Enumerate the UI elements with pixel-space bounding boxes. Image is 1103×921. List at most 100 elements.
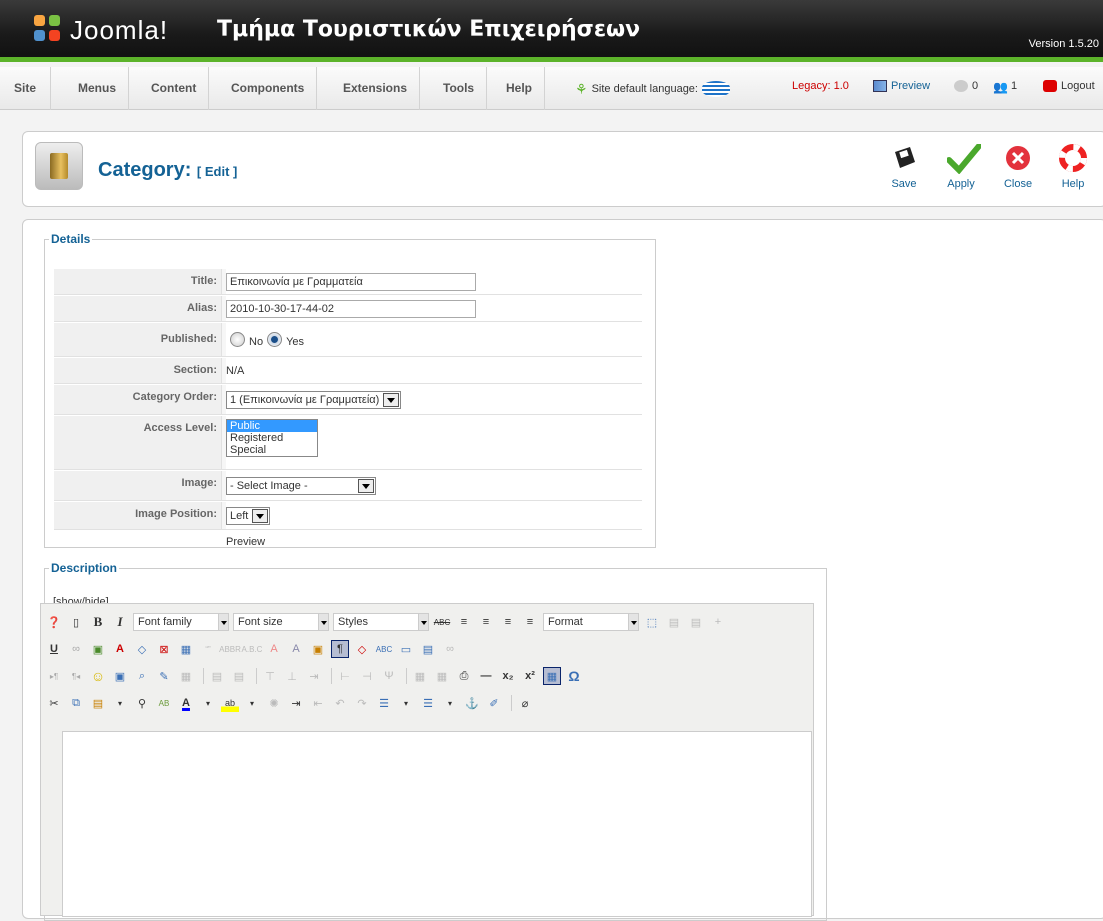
quote-icon[interactable]: “” [199,640,217,658]
superscript-icon[interactable]: x² [521,667,539,685]
access-option-special[interactable]: Special [227,444,317,456]
select-all-icon[interactable]: ⬚ [643,613,661,631]
menu-menus[interactable]: Menus [66,67,130,110]
image-position-select[interactable]: Left [226,506,271,525]
align-right-icon[interactable]: ≡ [499,613,517,631]
image-select[interactable]: - Select Image - [226,476,376,495]
search-icon[interactable]: ⚲ [133,694,151,712]
access-level-list[interactable]: Public Registered Special [226,419,318,457]
align-justify-icon[interactable]: ≡ [455,613,473,631]
title-input[interactable]: Επικοινωνία με Γραμματεία [226,272,476,291]
deletion-icon[interactable]: A [265,640,283,658]
alias-input[interactable]: 2010-10-30-17-44-02 [226,299,476,318]
row-after-icon[interactable]: ⊥ [283,667,301,685]
preview-icon[interactable]: ⌕ [133,667,151,685]
redo-icon[interactable]: ↷ [353,694,371,712]
menu-content[interactable]: Content [139,67,210,110]
copy-icon[interactable]: ▤ [665,613,683,631]
close-button[interactable]: Close [997,144,1039,190]
align-left-icon[interactable]: ≡ [521,613,539,631]
menu-help[interactable]: Help [494,67,546,110]
row-before-icon[interactable]: ⊤ [261,667,279,685]
apply-button[interactable]: Apply [940,143,982,190]
merge-cells-icon[interactable]: ▦ [411,667,429,685]
menu-components[interactable]: Components [219,67,318,110]
styles-select[interactable]: Styles [333,613,429,631]
users-count[interactable]: 👥 1 [993,80,1017,94]
messages-count[interactable]: 0 [954,80,978,92]
special-character-icon[interactable]: Ω [565,667,583,685]
insertion-icon[interactable]: A [287,640,305,658]
highlight-color-icon[interactable]: ab [221,694,239,712]
copy-text-icon[interactable]: ⧉ [67,694,85,712]
layer-icon[interactable]: ▭ [397,640,415,658]
italic-icon[interactable]: I [111,613,129,631]
paste-dropdown-icon[interactable]: ▾ [111,694,129,712]
embed-icon[interactable]: ◇ [353,640,371,658]
table-cell-icon[interactable]: ▤ [230,667,248,685]
paste-icon[interactable]: ▤ [687,613,705,631]
cut-icon[interactable]: ✂ [45,694,63,712]
horizontal-rule-icon[interactable]: — [477,667,495,685]
split-cells-icon[interactable]: ▦ [433,667,451,685]
edit-icon[interactable]: ✎ [155,667,173,685]
font-family-select[interactable]: Font family [133,613,229,631]
preview-link[interactable]: Preview [873,80,930,92]
print-icon[interactable]: ⎙ [455,667,473,685]
cleanup-brush-icon[interactable]: ✐ [485,694,503,712]
menu-extensions[interactable]: Extensions [331,67,421,110]
replace-icon[interactable]: AB [155,694,173,712]
subscript-icon[interactable]: x₂ [499,667,517,685]
bullet-list-icon[interactable]: ☰ [419,694,437,712]
unlink-icon[interactable]: ∞ [441,640,459,658]
bold-icon[interactable]: B [89,613,107,631]
published-no-radio[interactable] [230,332,245,347]
table-icon[interactable]: ▦ [177,667,195,685]
new-document-icon[interactable]: ▯ [67,613,85,631]
numbered-list-icon[interactable]: ☰ [375,694,393,712]
undo-icon[interactable]: ↶ [331,694,349,712]
bullet-list-dropdown-icon[interactable]: ▾ [441,694,459,712]
help-button[interactable]: Help [1052,144,1094,190]
indent-icon[interactable]: ⇥ [287,694,305,712]
align-center-icon[interactable]: ≡ [477,613,495,631]
media-icon[interactable]: ▣ [111,667,129,685]
delete-row-icon[interactable]: ⇥ [305,667,323,685]
visual-aid-icon[interactable]: ▦ [543,667,561,685]
template-icon[interactable]: ▤ [419,640,437,658]
outdent-icon[interactable]: ⇤ [309,694,327,712]
category-order-select[interactable]: 1 (Επικοινωνία με Γραμματεία) [226,390,402,409]
access-option-public[interactable]: Public [227,420,317,432]
published-yes-radio[interactable] [267,332,283,347]
cleanup-icon[interactable]: ⊠ [155,640,173,658]
numbered-list-dropdown-icon[interactable]: ▾ [397,694,415,712]
table-row-icon[interactable]: ▤ [208,667,226,685]
anchor-icon[interactable]: + [709,613,727,631]
acronym-icon[interactable]: A.B.C [242,640,263,658]
delete-col-icon[interactable]: Ψ [380,667,398,685]
font-size-select[interactable]: Font size [233,613,329,631]
find-replace-icon[interactable]: A [111,640,129,658]
paste-text-icon[interactable]: ▤ [89,694,107,712]
pilcrow-icon[interactable]: ¶ [331,640,349,658]
highlight-dropdown-icon[interactable]: ▾ [243,694,261,712]
code-icon[interactable]: ◇ [133,640,151,658]
help-icon[interactable]: ❓ [45,613,63,631]
insert-image-icon[interactable]: ▦ [177,640,195,658]
menu-site[interactable]: Site [0,67,52,110]
rtl-icon[interactable]: ¶◂ [67,667,85,685]
spellcheck-icon[interactable]: ABC [375,640,393,658]
image-icon[interactable]: ▣ [89,640,107,658]
col-before-icon[interactable]: ⊢ [336,667,354,685]
emoticon-icon[interactable]: ☺ [89,667,107,685]
access-option-registered[interactable]: Registered [227,432,317,444]
save-button[interactable]: Save [883,144,925,190]
link-icon[interactable]: ∞ [67,640,85,658]
remove-format-icon[interactable]: ⌀ [516,694,534,712]
flash-icon[interactable]: ✺ [265,694,283,712]
col-after-icon[interactable]: ⊣ [358,667,376,685]
attributes-icon[interactable]: ▣ [309,640,327,658]
abbr-icon[interactable]: ABBR [219,640,241,658]
editor-content-area[interactable] [62,731,812,917]
text-color-icon[interactable]: A [177,694,195,712]
